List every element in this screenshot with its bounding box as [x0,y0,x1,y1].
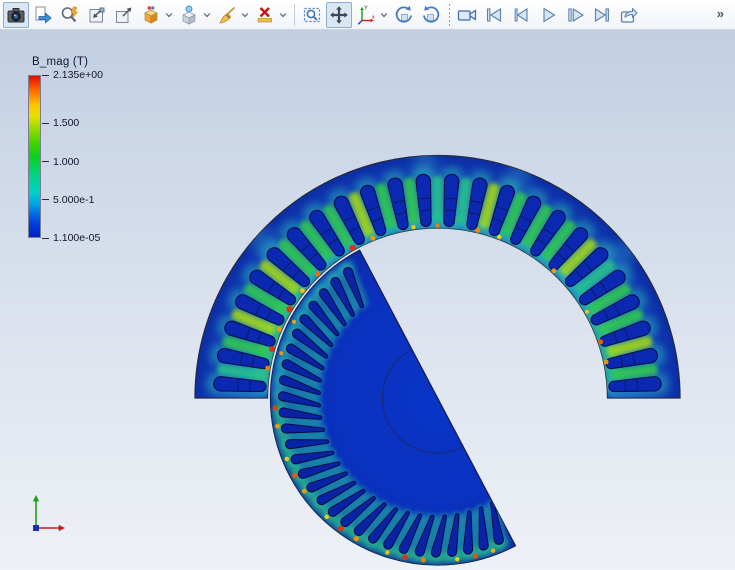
skip-start-icon [483,4,505,26]
section-view-dropdown-caret[interactable] [165,2,175,28]
step-forward-icon [564,4,586,26]
legend-bar-wrap: 2.135e+001.5001.0005.000e-11.100e-05 [26,75,88,238]
zoom-area-icon [301,4,323,26]
export-image-button[interactable] [30,2,56,28]
camera-icon [5,4,27,26]
rotate-cw-button[interactable] [418,2,444,28]
step-forward-button[interactable] [562,2,588,28]
zoom-area-button[interactable] [299,2,325,28]
export-page-icon [32,4,54,26]
play-button[interactable] [535,2,561,28]
orientation-triad-icon: Yx [355,4,377,26]
red-x-icon [254,4,276,26]
step-back-icon [510,4,532,26]
display-state-dropdown-caret[interactable] [203,2,213,28]
section-view-button[interactable] [138,2,164,28]
clear-plot-button[interactable] [214,2,240,28]
chevron-down-icon [203,11,211,19]
magnifier-lightning-icon [59,4,81,26]
animation-button[interactable] [454,2,480,28]
main-toolbar: Yx » [0,0,735,30]
color-legend: B_mag (T) 2.135e+001.5001.0005.000e-11.1… [26,56,88,238]
go-to-start-button[interactable] [481,2,507,28]
view-orientation-button[interactable]: Yx [353,2,379,28]
colorbar [28,75,41,238]
triad-y-arrowhead [33,495,39,501]
rotate-ccw-icon [393,4,415,26]
orientation-triad [26,488,72,538]
toolbar-separator [294,4,295,26]
pan-arrows-icon [328,4,350,26]
zoom-window-button[interactable] [84,2,110,28]
bulb-cube-icon [178,4,200,26]
toolbar-items: Yx [3,2,643,28]
legend-title: B_mag (T) [26,56,88,68]
save-animation-button[interactable] [616,2,642,28]
window-zoom-icon [86,4,108,26]
legend-tick: 5.000e-1 [42,194,94,206]
field-plot-canvas [0,30,735,570]
chevron-down-icon [241,11,249,19]
svg-text:x: x [372,14,375,20]
chevron-down-icon [165,11,173,19]
graphics-viewport[interactable]: B_mag (T) 2.135e+00 1.500 1.000 5.000e-1 1.1… [0,30,735,570]
video-camera-icon [456,4,478,26]
delete-result-dropdown-caret[interactable] [279,2,289,28]
legend-tick: 2.135e+00 [42,69,103,81]
screenshot-button[interactable] [3,2,29,28]
chevron-down-icon [380,11,388,19]
skip-end-icon [591,4,613,26]
rotate-cw-icon [420,4,442,26]
display-state-button[interactable] [176,2,202,28]
legend-tick: 1.500 [42,117,79,129]
orange-cube-icon [140,4,162,26]
chevron-down-icon [279,11,287,19]
clear-plot-dropdown-caret[interactable] [241,2,251,28]
svg-text:Y: Y [364,5,368,11]
legend-tick: 1.000 [42,156,79,168]
delete-result-button[interactable] [252,2,278,28]
toolbar-overflow-button[interactable]: » [714,4,727,24]
triad-x-arrowhead [59,525,65,531]
play-icon [537,4,559,26]
window-expand-icon [113,4,135,26]
zoom-out-window-button[interactable] [111,2,137,28]
go-to-end-button[interactable] [589,2,615,28]
toolbar-separator [449,4,450,26]
view-orientation-dropdown-caret[interactable] [380,2,390,28]
triad-z-axis [33,525,39,531]
quick-zoom-button[interactable] [57,2,83,28]
save-animation-icon [618,4,640,26]
legend-tick: 1.100e-05 [42,232,100,244]
step-back-button[interactable] [508,2,534,28]
rotate-ccw-button[interactable] [391,2,417,28]
pan-button[interactable] [326,2,352,28]
broom-icon [216,4,238,26]
